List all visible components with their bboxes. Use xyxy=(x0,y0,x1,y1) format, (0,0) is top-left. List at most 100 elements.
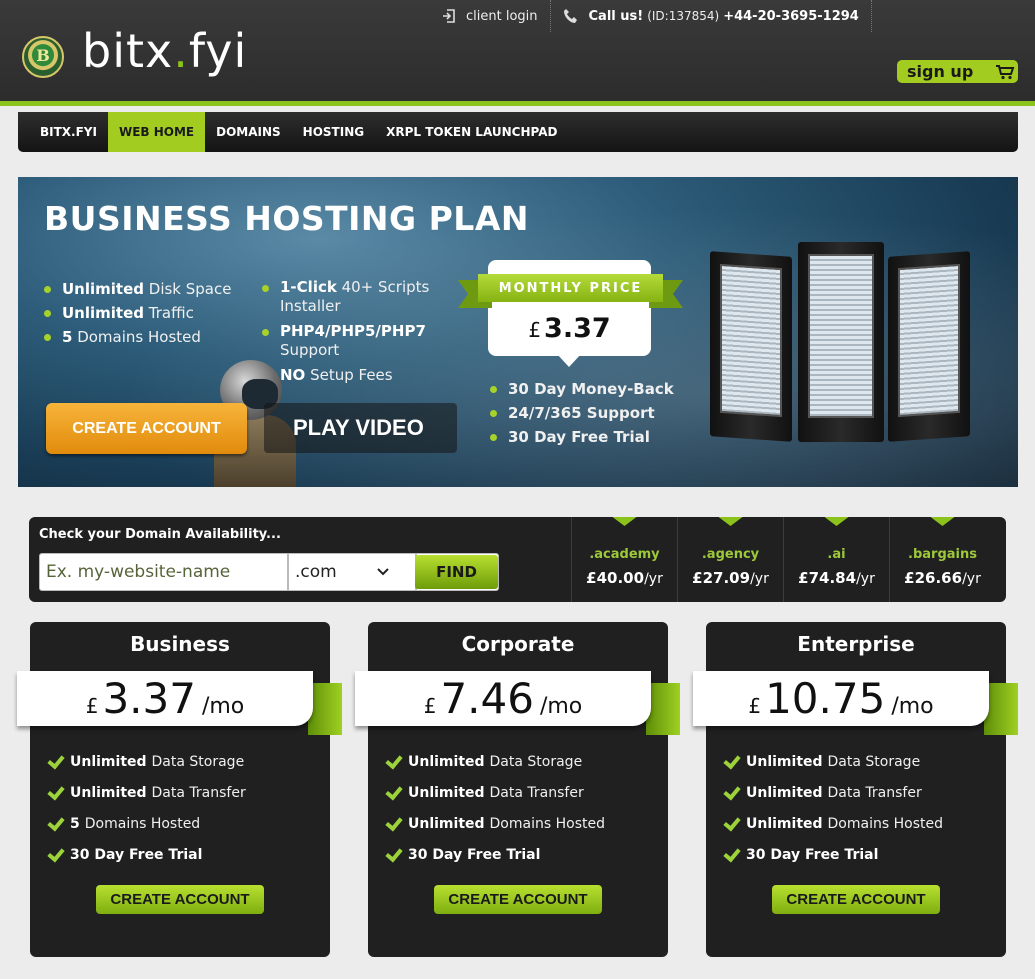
plan-price: £7.46/mo xyxy=(423,674,583,723)
tld-price: £40.00/yr xyxy=(586,569,663,587)
phone-icon xyxy=(563,9,577,23)
monthly-price-ribbon: MONTHLY PRICE xyxy=(458,274,683,308)
brand-tld: fyi xyxy=(188,24,248,78)
plan-feature: 30 Day Free Trial xyxy=(384,839,605,870)
tld-price: £27.09/yr xyxy=(692,569,769,587)
nav-item-xrpl-token-launchpad[interactable]: XRPL TOKEN LAUNCHPAD xyxy=(375,112,568,152)
nav-item-hosting[interactable]: HOSTING xyxy=(292,112,375,152)
plan-card-business: Business £3.37/mo Unlimited Data Storage… xyxy=(17,622,342,957)
logo-letter: B xyxy=(36,46,50,65)
hero-guarantees: 30 Day Money-Back 24/7/365 Support 30 Da… xyxy=(488,377,674,449)
top-bar-divider xyxy=(870,0,872,32)
plan-feature: 30 Day Free Trial xyxy=(46,839,246,870)
plan-feature: 30 Day Free Trial xyxy=(722,839,943,870)
tld-price: £74.84/yr xyxy=(798,569,875,587)
site-header: B bitx.fyi client login Call us! (ID:137… xyxy=(0,0,1035,106)
tld-name: .agency xyxy=(701,547,760,562)
plan-feature: Unlimited Data Transfer xyxy=(46,777,246,808)
client-login-link[interactable]: client login xyxy=(430,0,550,32)
plan-feature: Unlimited Domains Hosted xyxy=(722,808,943,839)
monthly-price-value: £3.37 xyxy=(488,313,651,344)
plan-title: Corporate xyxy=(461,632,575,656)
call-id: (ID:137854) xyxy=(647,9,720,23)
signup-label: sign up xyxy=(907,62,974,81)
tld-offer-agency[interactable]: .agency £27.09/yr xyxy=(677,517,783,602)
domain-search-label: Check your Domain Availability... xyxy=(39,527,281,542)
nav-item-web-home[interactable]: WEB HOME xyxy=(107,112,206,152)
tld-offer-ai[interactable]: .ai £74.84/yr xyxy=(783,517,889,602)
chevron-down-icon xyxy=(377,568,389,576)
hero-title: BUSINESS HOSTING PLAN xyxy=(44,199,529,238)
brand-dot: . xyxy=(173,24,189,78)
check-icon xyxy=(46,845,65,864)
plan-feature: 5 Domains Hosted xyxy=(46,808,246,839)
plan-card-enterprise: Enterprise £10.75/mo Unlimited Data Stor… xyxy=(693,622,1018,957)
hero-guarantee: 30 Day Free Trial xyxy=(488,425,674,449)
check-icon xyxy=(46,783,65,802)
client-login-label: client login xyxy=(466,8,538,24)
hero-feature: 5 Domains Hosted xyxy=(42,325,231,349)
hero-create-account-button[interactable]: CREATE ACCOUNT xyxy=(46,403,247,454)
plan-price: £10.75/mo xyxy=(748,674,934,723)
check-icon xyxy=(384,752,403,771)
check-icon xyxy=(46,752,65,771)
plan-feature: Unlimited Domains Hosted xyxy=(384,808,605,839)
cart-icon xyxy=(996,64,1015,79)
play-video-button[interactable]: PLAY VIDEO xyxy=(264,403,457,453)
hero-guarantee: 30 Day Money-Back xyxy=(488,377,674,401)
plan-feature: Unlimited Data Storage xyxy=(722,746,943,777)
main-nav: BITX.FYI WEB HOME DOMAINS HOSTING XRPL T… xyxy=(18,112,1018,152)
hero-features-col1: Unlimited Disk Space Unlimited Traffic 5… xyxy=(42,277,231,349)
hero-feature: Unlimited Traffic xyxy=(42,301,231,325)
monthly-price-label: MONTHLY PRICE xyxy=(478,274,663,302)
hero-feature: PHP4/PHP5/PHP7 Support xyxy=(260,322,435,360)
hero-feature: 1-Click 40+ Scripts Installer xyxy=(260,278,435,316)
price-currency: £ xyxy=(528,318,542,342)
check-icon xyxy=(722,783,741,802)
tld-name: .academy xyxy=(589,547,660,562)
phone-contact[interactable]: Call us! (ID:137854) +44-20-3695-1294 xyxy=(549,0,871,32)
create-account-button[interactable]: CREATE ACCOUNT xyxy=(772,885,940,914)
logo-badge[interactable]: B xyxy=(22,36,64,78)
plan-title: Enterprise xyxy=(797,632,915,656)
tld-offer-academy[interactable]: .academy £40.00/yr xyxy=(571,517,677,602)
call-us-label: Call us! xyxy=(588,8,644,24)
plan-title: Business xyxy=(130,632,230,656)
plan-price: £3.37/mo xyxy=(85,674,245,723)
check-icon xyxy=(722,752,741,771)
hero-feature: Unlimited Disk Space xyxy=(42,277,231,301)
check-icon xyxy=(384,845,403,864)
top-bar: client login Call us! (ID:137854) +44-20… xyxy=(430,0,872,32)
plan-features: Unlimited Data Storage Unlimited Data Tr… xyxy=(46,746,246,870)
plan-feature: Unlimited Data Transfer xyxy=(384,777,605,808)
plan-card-corporate: Corporate £7.46/mo Unlimited Data Storag… xyxy=(355,622,680,957)
plan-feature: Unlimited Data Storage xyxy=(46,746,246,777)
tld-price: £26.66/yr xyxy=(904,569,981,587)
nav-item-domains[interactable]: DOMAINS xyxy=(205,112,292,152)
hero-guarantee: 24/7/365 Support xyxy=(488,401,674,425)
check-icon xyxy=(722,814,741,833)
nav-item-bitx-fyi[interactable]: BITX.FYI xyxy=(18,112,108,152)
domain-search-input[interactable]: Ex. my-website-name xyxy=(39,553,288,591)
tld-select[interactable]: .com xyxy=(288,553,416,591)
domain-search-bar: Check your Domain Availability... Ex. my… xyxy=(29,517,1006,602)
create-account-button[interactable]: CREATE ACCOUNT xyxy=(434,885,602,914)
signup-button[interactable]: sign up xyxy=(897,60,1018,83)
plan-ribbon-tail xyxy=(646,683,680,735)
check-icon xyxy=(46,814,65,833)
login-icon xyxy=(443,9,455,23)
tld-name: .bargains xyxy=(908,547,977,562)
price-amount: 3.37 xyxy=(544,313,611,344)
brand-name-main: bitx xyxy=(82,24,174,78)
brand-name[interactable]: bitx.fyi xyxy=(82,24,247,78)
check-icon xyxy=(384,783,403,802)
find-button[interactable]: FIND xyxy=(415,555,498,589)
plan-feature: Unlimited Data Storage xyxy=(384,746,605,777)
create-account-button[interactable]: CREATE ACCOUNT xyxy=(96,885,264,914)
hero-banner: BUSINESS HOSTING PLAN Unlimited Disk Spa… xyxy=(18,177,1018,487)
tld-select-value: .com xyxy=(295,562,337,582)
check-icon xyxy=(384,814,403,833)
tld-offer-bargains[interactable]: .bargains £26.66/yr xyxy=(889,517,995,602)
plan-features: Unlimited Data Storage Unlimited Data Tr… xyxy=(384,746,605,870)
plan-ribbon-tail xyxy=(308,683,342,735)
